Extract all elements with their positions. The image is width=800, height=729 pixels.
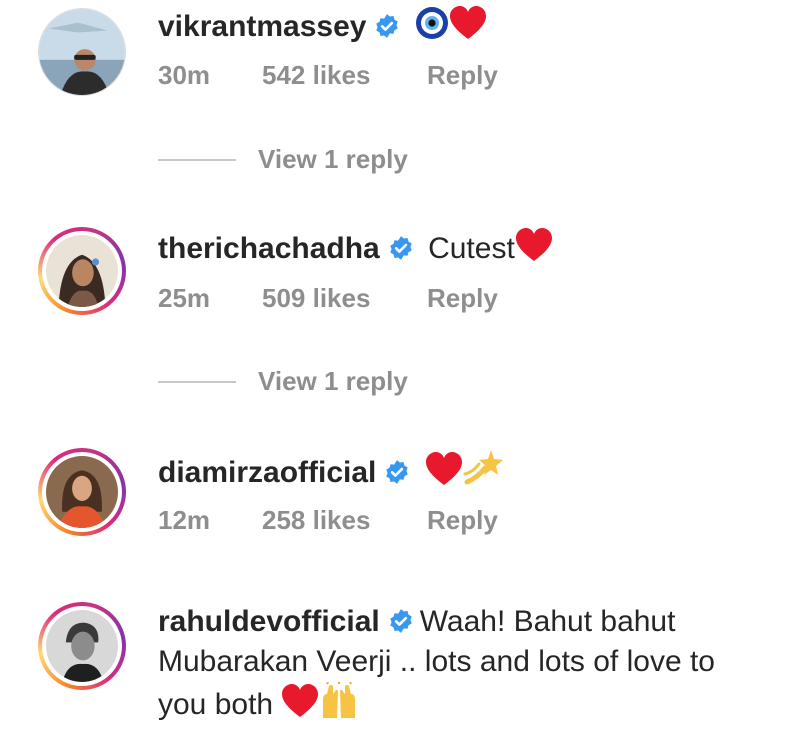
avatar[interactable]: [38, 602, 126, 690]
verified-badge-icon: [374, 13, 400, 39]
comment-time: 12m: [158, 505, 211, 535]
comment-username[interactable]: vikrantmassey: [158, 10, 366, 43]
dizzy-icon: [463, 448, 503, 486]
avatar-photo: [46, 610, 118, 682]
divider-line: [158, 158, 236, 161]
red-heart-icon: [449, 6, 487, 40]
comment-text-line: Mubarakan Veerji .. lots and lots of lov…: [158, 642, 782, 681]
comment-text-line: you both: [158, 682, 782, 724]
verified-badge-icon: [384, 459, 410, 485]
comment-meta: 30m 542 likes Reply: [158, 60, 498, 91]
comment-text: you both: [158, 688, 274, 721]
red-heart-icon: [281, 684, 319, 718]
comment-time: 25m: [158, 283, 211, 313]
comment-text: Mubarakan Veerji .. lots and lots of lov…: [158, 645, 715, 678]
comment-meta: 12m 258 likes Reply: [158, 505, 498, 536]
view-replies-button[interactable]: View 1 reply: [158, 366, 408, 397]
comment-text: Cutest: [428, 232, 515, 265]
avatar[interactable]: [38, 227, 126, 315]
likes-count-link[interactable]: 509 likes: [262, 283, 427, 314]
comment-username[interactable]: rahuldevofficial: [158, 605, 380, 638]
comment-meta: 25m 509 likes Reply: [158, 283, 498, 314]
comment-username[interactable]: diamirzaofficial: [158, 456, 376, 489]
comment-username[interactable]: therichachadha: [158, 232, 380, 265]
nazar-amulet-icon: [415, 6, 449, 40]
view-replies-label: View 1 reply: [258, 366, 408, 396]
likes-count-link[interactable]: 258 likes: [262, 505, 427, 536]
reply-button[interactable]: Reply: [427, 283, 498, 314]
avatar-photo: [46, 456, 118, 528]
verified-badge-icon: [388, 608, 414, 634]
view-replies-label: View 1 reply: [258, 144, 408, 174]
reply-button[interactable]: Reply: [427, 60, 498, 91]
likes-count-link[interactable]: 542 likes: [262, 60, 427, 91]
avatar-photo: [46, 235, 118, 307]
avatar[interactable]: [38, 8, 126, 96]
red-heart-icon: [515, 228, 553, 262]
avatar[interactable]: [38, 448, 126, 536]
verified-badge-icon: [388, 235, 414, 261]
comment-text: Waah! Bahut bahut: [419, 605, 676, 638]
view-replies-button[interactable]: View 1 reply: [158, 144, 408, 175]
raising-hands-icon: [319, 682, 359, 718]
avatar-photo: [39, 9, 125, 95]
comment-time: 30m: [158, 60, 211, 90]
red-heart-icon: [425, 452, 463, 486]
reply-button[interactable]: Reply: [427, 505, 498, 536]
divider-line: [158, 380, 236, 383]
